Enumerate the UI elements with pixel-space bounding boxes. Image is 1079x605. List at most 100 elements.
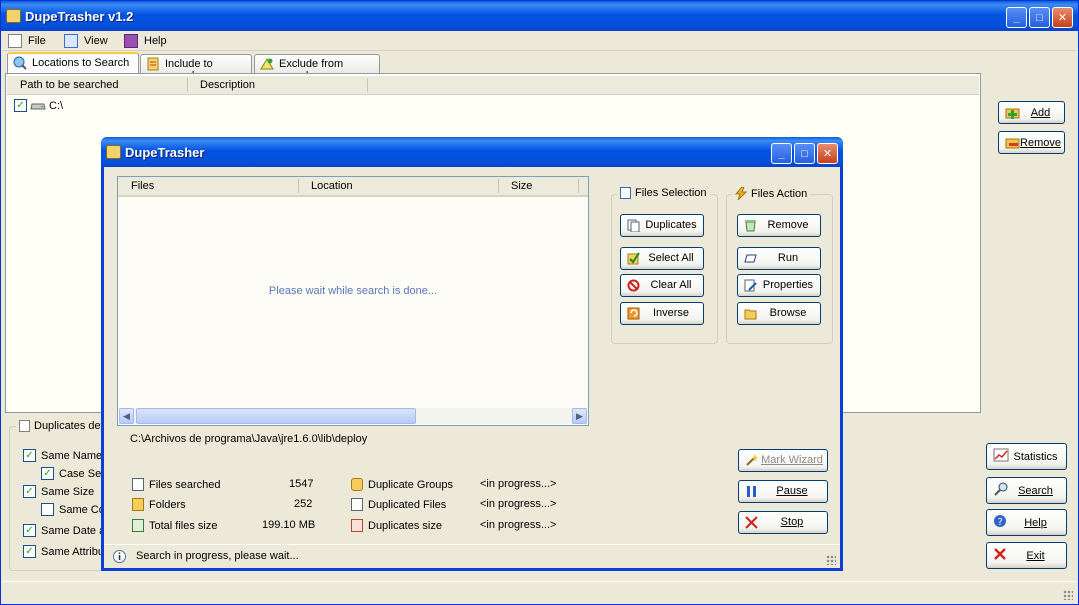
main-titlebar[interactable]: DupeTrasher v1.2 _ □ ✕ [1,1,1078,31]
tab-exclude[interactable]: Exclude from search [254,54,380,82]
location-path: C:\ [49,99,64,112]
app-icon [6,9,21,23]
stat-duplicated-files: Duplicated Files [351,498,446,511]
minimize-button[interactable]: _ [771,143,792,164]
menu-file[interactable]: File [8,34,46,48]
current-path: C:\Archivos de programa\Java\jre1.6.0\li… [130,433,368,445]
remove-location-button[interactable]: Remove [998,131,1065,154]
properties-button[interactable]: Properties [737,274,821,297]
close-button[interactable]: ✕ [1052,7,1073,28]
files-selection-group: Files Selection Duplicates Select All Cl… [611,187,718,344]
checkbox[interactable]: ✓ [23,545,36,558]
column-separator[interactable] [498,179,499,193]
statistics-button[interactable]: Statistics [986,443,1067,470]
file-icon [8,34,22,48]
dialog-titlebar[interactable]: DupeTrasher _ □ ✕ [101,137,843,167]
drive-icon [30,103,46,109]
option-same-size[interactable]: ✓ Same Size [23,485,94,498]
list-item[interactable]: ✓ C:\ [14,99,63,112]
maximize-button[interactable]: □ [794,143,815,164]
column-separator[interactable] [367,78,368,92]
info-icon [113,550,126,563]
column-size[interactable]: Size [511,180,532,192]
option-same-attributes[interactable]: ✓ Same Attribut [23,545,107,558]
checkbox[interactable] [41,503,54,516]
stop-button[interactable]: Stop [738,511,828,534]
inverse-button[interactable]: Inverse [620,302,704,325]
option-same-date[interactable]: ✓ Same Date a [23,524,105,537]
value-folders: 252 [294,498,313,510]
tab-include[interactable]: Include to search [140,54,252,82]
tab-locations[interactable]: Locations to Search [7,52,139,74]
column-files[interactable]: Files [131,180,154,192]
duplicate-files-icon [351,498,363,511]
browse-button[interactable]: Browse [737,302,821,325]
scroll-left-arrow[interactable]: ◀ [119,408,134,424]
status-text: Search in progress, please wait... [136,550,299,562]
document-icon [132,478,144,491]
window-title: DupeTrasher v1.2 [25,9,134,24]
dialog-title: DupeTrasher [125,145,205,160]
horizontal-scrollbar[interactable]: ◀ ▶ [119,408,587,424]
help-button[interactable]: ? Help [986,509,1067,536]
stat-duplicate-groups: Duplicate Groups [351,478,453,491]
mark-wizard-button[interactable]: Mark Wizard [738,449,828,472]
close-button[interactable]: ✕ [817,143,838,164]
minimize-button[interactable]: _ [1006,7,1027,28]
menu-help[interactable]: Help [124,34,167,48]
lightning-icon [735,187,747,200]
duplicates-button[interactable]: Duplicates [620,214,704,237]
checkbox[interactable]: ✓ [23,524,36,537]
resize-grip[interactable] [1063,590,1073,600]
option-case-sensitive[interactable]: ✓ Case Sen [41,467,107,480]
column-location[interactable]: Location [311,180,353,192]
checkbox[interactable]: ✓ [23,449,36,462]
option-same-name[interactable]: ✓ Same Name [23,449,102,462]
selection-icon [620,187,631,199]
exclude-icon [260,58,274,70]
column-separator[interactable] [578,179,579,193]
scroll-thumb[interactable] [136,408,416,424]
column-separator[interactable] [187,78,188,92]
value-duplicate-groups: <in progress...> [480,478,557,490]
maximize-button[interactable]: □ [1029,7,1050,28]
value-total-size: 199.10 MB [262,519,316,531]
checkbox[interactable]: ✓ [23,485,36,498]
remove-files-button[interactable]: Remove [737,214,821,237]
select-all-button[interactable]: Select All [620,247,704,270]
files-list[interactable]: Files Location Size Please wait while se… [117,176,589,426]
add-button[interactable]: Add [998,101,1065,124]
column-separator[interactable] [298,179,299,193]
group-icon [351,478,363,491]
stat-total-size: Total files size [132,519,217,532]
column-path[interactable]: Path to be searched [20,79,118,91]
files-list-header: Files Location Size [118,177,588,197]
value-duplicates-size: <in progress...> [480,519,557,531]
search-globe-icon [13,56,27,70]
main-statusbar [2,581,1077,603]
files-action-group: Files Action Remove Run Properties Brows… [726,187,833,344]
size-document-icon [351,519,363,532]
window-icon [64,34,78,48]
menu-view[interactable]: View [64,34,108,48]
settings-icon [19,420,30,432]
resize-grip[interactable] [826,555,836,565]
scroll-right-arrow[interactable]: ▶ [572,408,587,424]
exit-button[interactable]: Exit [986,542,1067,569]
location-checkbox[interactable]: ✓ [14,99,27,112]
clear-all-button[interactable]: Clear All [620,274,704,297]
app-icon [106,145,121,159]
stat-folders: Folders [132,498,186,511]
run-button[interactable]: Run [737,247,821,270]
wait-message: Please wait while search is done... [268,285,438,297]
column-description[interactable]: Description [200,79,255,91]
help-book-icon [124,34,138,48]
search-button[interactable]: Search [986,477,1067,504]
checkbox[interactable]: ✓ [41,467,54,480]
list-document-icon [132,519,144,532]
folder-icon [132,498,144,511]
group-legend: Duplicates def [34,420,104,432]
pause-button[interactable]: Pause [738,480,828,503]
dialog-statusbar: Search in progress, please wait... [104,544,840,568]
value-duplicated-files: <in progress...> [480,498,557,510]
